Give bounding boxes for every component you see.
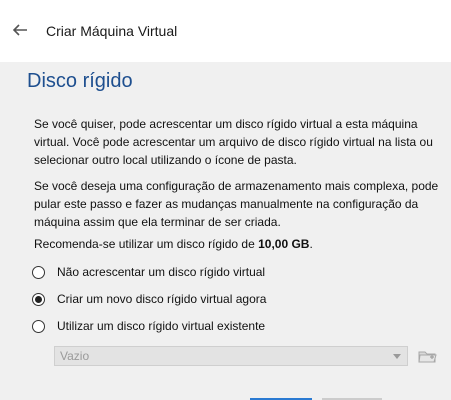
radio-use-existing-disk[interactable]: Utilizar um disco rígido virtual existen… (32, 317, 265, 335)
description-paragraph: Se você quiser, pode acrescentar um disc… (34, 117, 433, 167)
recommendation-prefix: Recomenda-se utilizar um disco rígido de (34, 237, 259, 251)
page-title: Disco rígido (27, 70, 133, 92)
radio-selected-dot (35, 295, 42, 303)
recommended-size: 10,00 GB (258, 237, 310, 251)
window-title: Criar Máquina Virtual (46, 23, 178, 39)
wizard-page: Disco rígido Se você quiser, pode acresc… (0, 62, 451, 400)
advanced-note-paragraph: Se você deseja uma configuração de armaz… (34, 179, 439, 229)
radio-label: Utilizar um disco rígido virtual existen… (57, 319, 266, 333)
radio-button[interactable] (32, 292, 45, 306)
folder-icon[interactable] (416, 345, 438, 367)
title-bar: Criar Máquina Virtual (0, 0, 451, 62)
chevron-down-icon (393, 354, 401, 359)
recommendation-text: Recomenda-se utilizar um disco rígido de… (34, 235, 439, 253)
radio-button[interactable] (32, 265, 45, 279)
radio-button[interactable] (32, 319, 45, 333)
recommendation-suffix: . (309, 237, 313, 251)
select-value: Vazio (60, 349, 90, 363)
back-arrow-icon[interactable] (11, 21, 29, 39)
radio-create-new-disk[interactable]: Criar um novo disco rígido virtual agora (32, 290, 266, 308)
radio-label: Criar um novo disco rígido virtual agora (57, 292, 267, 306)
radio-no-disk[interactable]: Não acrescentar um disco rígido virtual (32, 263, 265, 281)
existing-disk-select[interactable]: Vazio (54, 346, 408, 366)
radio-label: Não acrescentar um disco rígido virtual (57, 265, 266, 279)
